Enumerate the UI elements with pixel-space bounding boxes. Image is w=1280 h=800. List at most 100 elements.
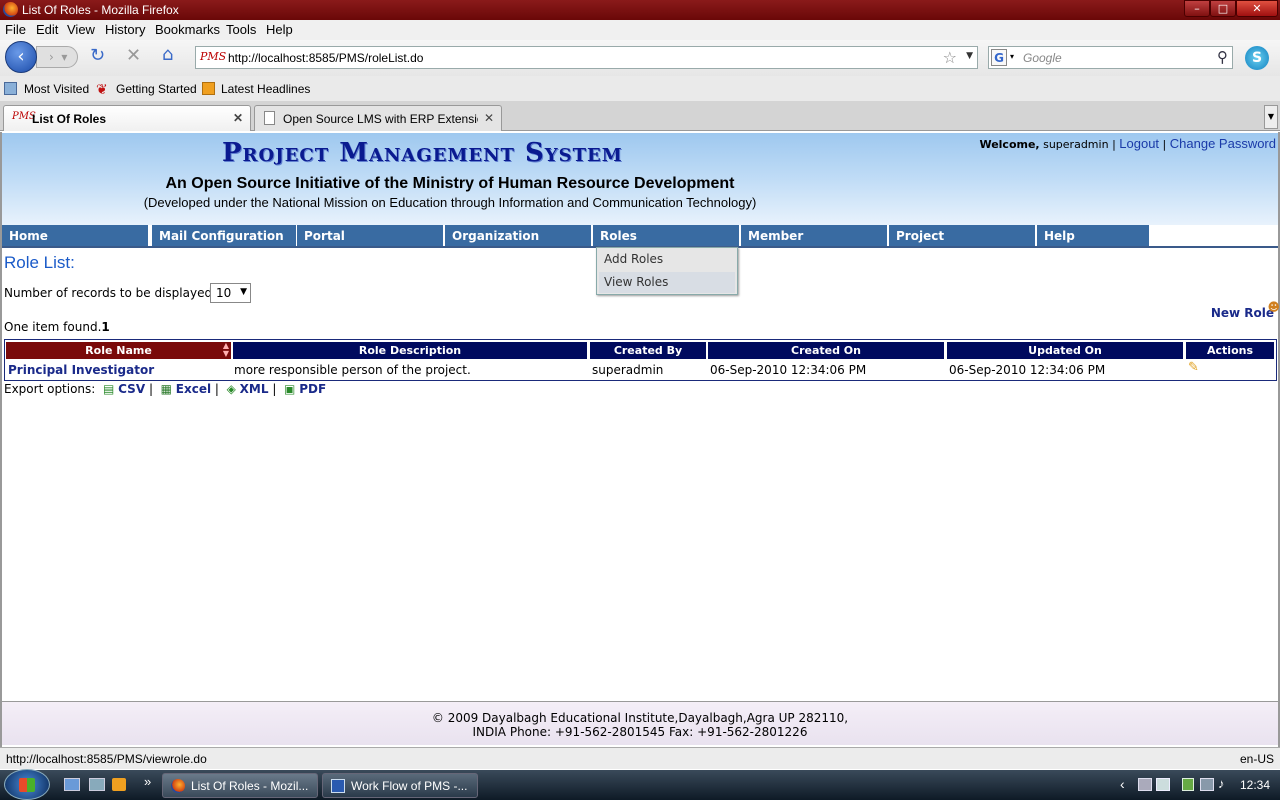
bookmark-star-icon[interactable]: ☆ (943, 48, 957, 67)
media-player-icon[interactable] (112, 778, 126, 791)
show-desktop-icon[interactable] (64, 778, 80, 791)
site-subtitle-note: (Developed under the National Mission on… (143, 195, 757, 210)
csv-icon: ▤ (99, 382, 115, 396)
home-icon[interactable]: ⌂ (162, 44, 173, 65)
windows-taskbar: » List Of Roles - Mozil... Work Flow of … (0, 770, 1280, 800)
minimize-button[interactable]: – (1184, 0, 1210, 17)
url-bar[interactable]: PMS http://localhost:8585/PMS/roleList.d… (195, 46, 978, 69)
wifi-tray-icon[interactable] (1200, 778, 1214, 791)
col-created-by[interactable]: Created By (590, 342, 706, 359)
battery-tray-icon[interactable] (1182, 778, 1194, 791)
col-role-name[interactable]: Role Name ▲ ▼ (6, 342, 231, 359)
display-tray-icon[interactable] (1156, 778, 1170, 791)
col-role-description[interactable]: Role Description (233, 342, 587, 359)
created-on: 06-Sep-2010 12:34:06 PM (710, 363, 867, 377)
switch-windows-icon[interactable] (89, 778, 105, 791)
records-label: Number of records to be displayed: (4, 286, 217, 300)
export-csv-link[interactable]: CSV (118, 382, 145, 396)
nav-project-management[interactable]: Project Management (889, 225, 1037, 265)
close-button[interactable]: ✕ (1236, 0, 1278, 17)
taskbar-word[interactable]: Work Flow of PMS -... (322, 773, 478, 798)
nav-mail-configuration[interactable]: Mail Configuration (152, 225, 298, 247)
nav-member[interactable]: Member (741, 225, 889, 247)
add-user-icon[interactable]: ☻ (1267, 300, 1280, 314)
menu-bookmarks[interactable]: Bookmarks (155, 22, 220, 37)
role-name-link[interactable]: Principal Investigator (8, 363, 154, 377)
created-by: superadmin (592, 363, 664, 377)
url-text[interactable]: http://localhost:8585/PMS/roleList.do (228, 51, 423, 65)
search-bar[interactable]: G ▾ Google ⚲ (988, 46, 1233, 69)
start-button[interactable] (4, 769, 50, 800)
window-titlebar: List Of Roles - Mozilla Firefox – □ ✕ (0, 0, 1280, 20)
browser-menubar: File Edit View History Bookmarks Tools H… (0, 20, 1280, 40)
reload-icon[interactable]: ↻ (90, 45, 105, 66)
roles-dropdown: Add Roles View Roles (596, 247, 738, 295)
change-password-link[interactable]: Change Password (1170, 136, 1276, 151)
tab-list-dropdown-icon[interactable]: ▼ (1264, 105, 1278, 129)
skype-icon[interactable]: S (1245, 46, 1269, 70)
separator: | (1162, 138, 1167, 151)
menu-edit[interactable]: Edit (36, 22, 58, 37)
quick-launch-chevron[interactable]: » (144, 774, 151, 789)
add-roles-item[interactable]: Add Roles (599, 249, 735, 270)
bookmark-most-visited[interactable]: Most Visited (24, 82, 89, 96)
col-created-on[interactable]: Created On (708, 342, 944, 359)
results-count: One item found.1 (4, 320, 110, 334)
nav-organization[interactable]: Organization (445, 225, 593, 247)
menu-help[interactable]: Help (266, 22, 293, 37)
getting-started-icon: ❦ (96, 81, 108, 97)
stop-icon[interactable]: ✕ (126, 45, 141, 66)
url-dropdown-icon[interactable]: ▼ (966, 51, 973, 61)
menu-file[interactable]: File (5, 22, 26, 37)
menu-tools[interactable]: Tools (226, 22, 256, 37)
maximize-button[interactable]: □ (1210, 0, 1236, 17)
menu-history[interactable]: History (105, 22, 145, 37)
main-nav: Home Mail Configuration Portal Organizat… (2, 225, 1278, 265)
forward-button[interactable]: › ▾ (36, 46, 78, 68)
clock[interactable]: 12:34 (1240, 778, 1270, 792)
updated-on: 06-Sep-2010 12:34:06 PM (949, 363, 1106, 377)
bookmark-getting-started[interactable]: Getting Started (116, 82, 197, 96)
search-icon[interactable]: ⚲ (1217, 48, 1228, 66)
search-placeholder[interactable]: Google (1023, 51, 1062, 65)
taskbar-firefox[interactable]: List Of Roles - Mozil... (162, 773, 318, 798)
status-url: http://localhost:8585/PMS/viewrole.do (6, 752, 207, 766)
close-tab-icon[interactable]: ✕ (484, 111, 494, 125)
logout-link[interactable]: Logout (1119, 136, 1159, 151)
nav-portal[interactable]: Portal (297, 225, 445, 247)
volume-icon[interactable]: ♪ (1218, 776, 1225, 791)
tab-list-of-roles[interactable]: PMS List Of Roles ✕ (3, 105, 251, 131)
back-button[interactable]: ‹ (5, 41, 37, 73)
welcome-label: Welcome, (979, 138, 1040, 151)
export-excel-link[interactable]: Excel (176, 382, 211, 396)
nav-roles[interactable]: Roles (593, 225, 741, 247)
new-role-label[interactable]: New Role (1211, 306, 1274, 320)
tab-label: List Of Roles (32, 112, 107, 126)
edit-pencil-icon[interactable]: ✎ (1188, 360, 1199, 375)
google-icon[interactable]: G (991, 49, 1007, 66)
menu-view[interactable]: View (67, 22, 95, 37)
show-hidden-icons-chevron[interactable]: ‹ (1120, 776, 1125, 792)
records-per-page-select[interactable]: 10 ▼ (210, 283, 251, 303)
new-role-link[interactable]: New Role ☻ (1211, 300, 1280, 320)
firefox-icon (3, 2, 18, 17)
page-icon (264, 111, 275, 125)
view-roles-item[interactable]: View Roles (599, 272, 735, 293)
bookmark-latest-headlines[interactable]: Latest Headlines (221, 82, 310, 96)
network-tray-icon[interactable] (1138, 778, 1152, 791)
col-label: Role Name (85, 344, 152, 357)
col-updated-on[interactable]: Updated On (947, 342, 1183, 359)
role-description: more responsible person of the project. (234, 363, 471, 377)
status-bar: http://localhost:8585/PMS/viewrole.do en… (0, 747, 1280, 769)
export-pdf-link[interactable]: PDF (299, 382, 326, 396)
nav-home[interactable]: Home (2, 225, 150, 247)
taskbar-label: List Of Roles - Mozil... (191, 779, 309, 793)
pdf-icon: ▣ (284, 382, 296, 396)
close-tab-icon[interactable]: ✕ (233, 111, 243, 125)
search-engine-dropdown-icon[interactable]: ▾ (1010, 52, 1014, 61)
user-welcome: Welcome, superadmin | Logout | Change Pa… (979, 136, 1276, 151)
tab-open-source-lms[interactable]: Open Source LMS with ERP Extensio... ✕ (254, 105, 502, 131)
roles-table: Role Name ▲ ▼ Role Description Created By… (4, 339, 1277, 381)
export-xml-link[interactable]: XML (240, 382, 269, 396)
nav-help[interactable]: Help (1037, 225, 1151, 247)
